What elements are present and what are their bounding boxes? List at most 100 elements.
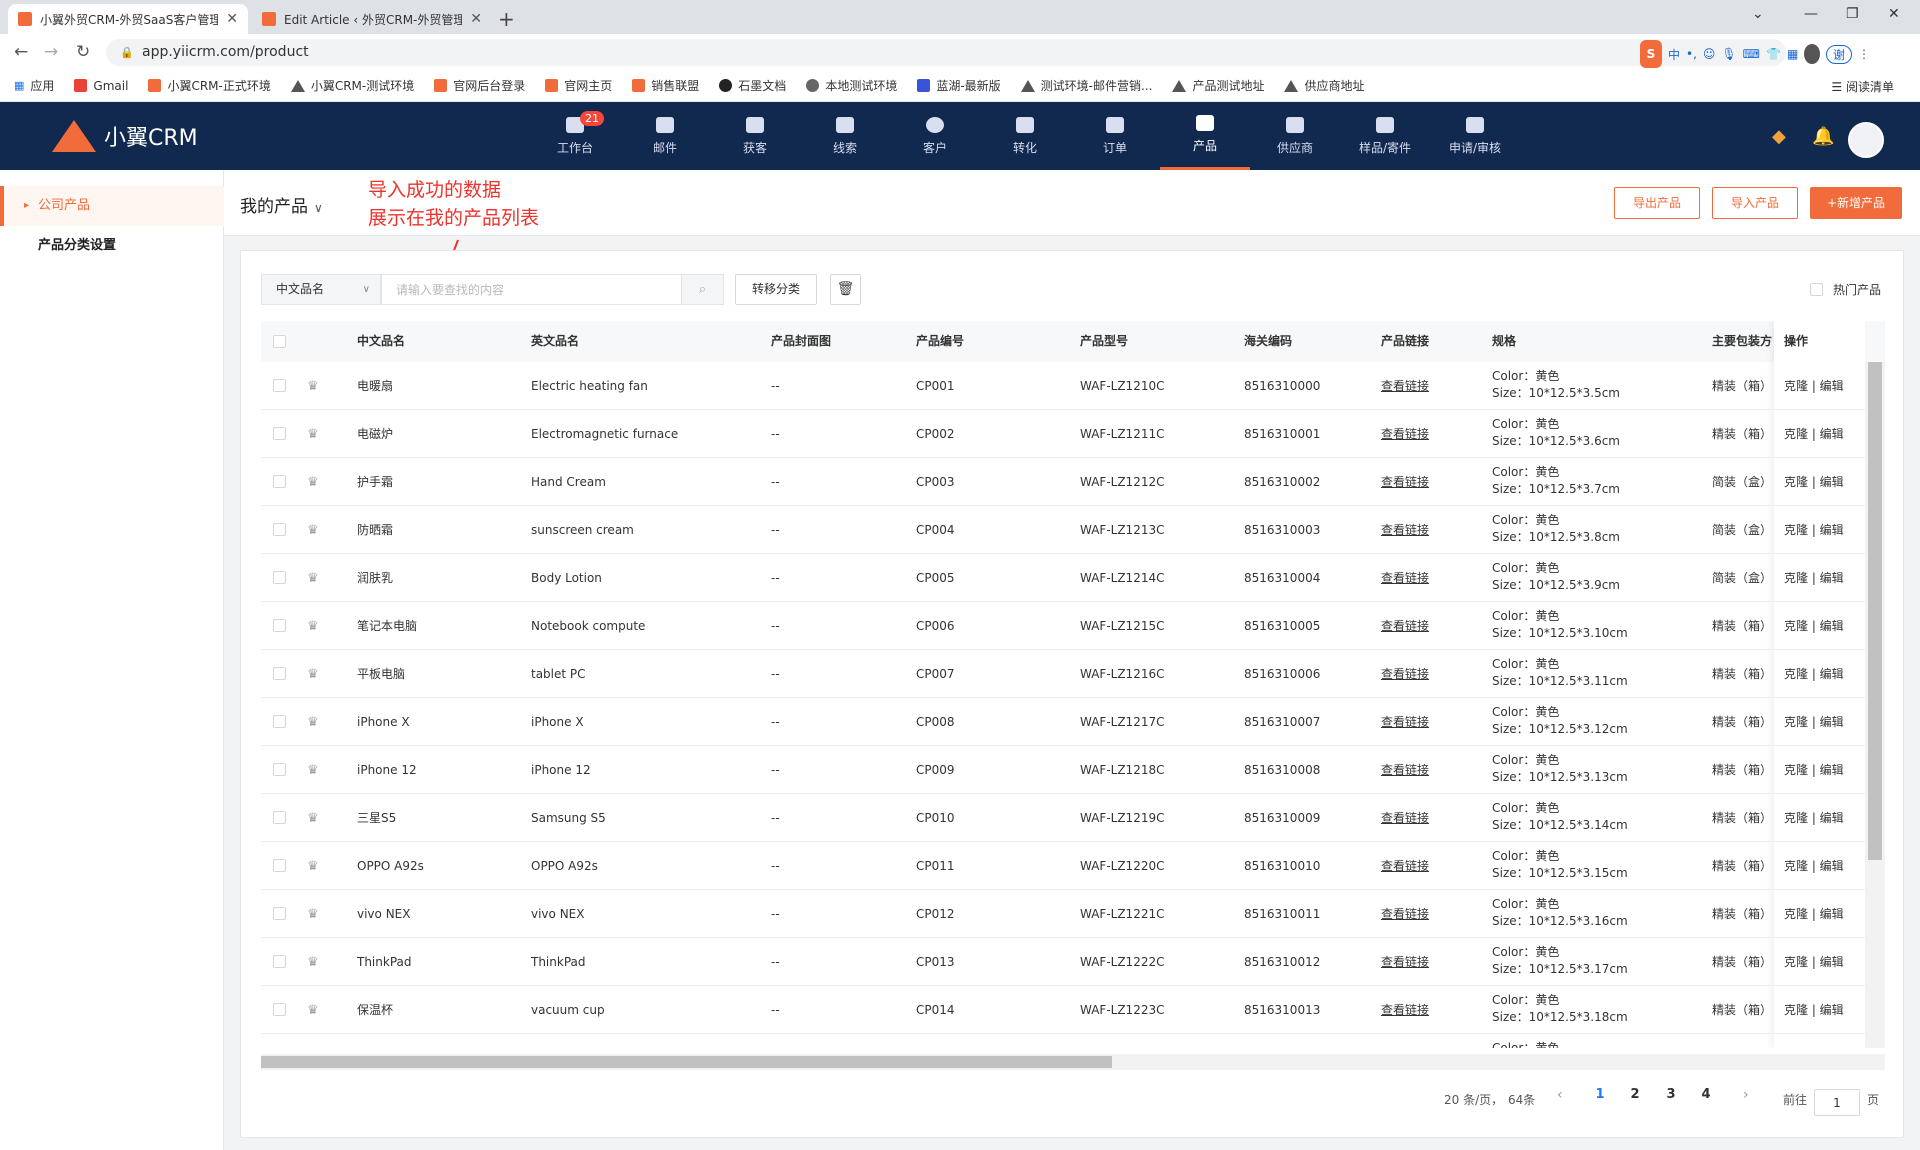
nav-samples[interactable]: 样品/寄件 [1340, 102, 1430, 170]
view-link[interactable]: 查看链接 [1381, 746, 1429, 794]
page-number[interactable]: 2 [1625, 1087, 1645, 1102]
crown-icon[interactable]: ♛ [307, 907, 319, 922]
export-products-button[interactable]: 导出产品 [1614, 187, 1700, 219]
table-row[interactable]: ♛ 润肤乳 Body Lotion -- CP005 WAF-LZ1214C 8516310… [261, 554, 1885, 602]
page-number[interactable]: 4 [1696, 1087, 1716, 1102]
vertical-scroll-thumb[interactable] [1868, 362, 1882, 860]
emoji-icon[interactable]: ☺ [1703, 47, 1716, 61]
url-field[interactable]: 🔒 app.yiicrm.com/product [106, 39, 1786, 66]
crown-icon[interactable]: ♛ [307, 475, 319, 490]
reading-list[interactable]: ☰ 阅读清单 [1831, 78, 1894, 95]
sidebar-item-company-products[interactable]: 公司产品 [0, 186, 224, 226]
row-actions[interactable]: 克隆 | 编辑 [1784, 554, 1844, 602]
app-logo[interactable]: 小翼CRM [52, 120, 198, 152]
bookmark-item[interactable]: 官网后台登录 [434, 77, 525, 94]
table-row[interactable]: ♛ 三星S5 Samsung S5 -- CP010 WAF-LZ1219C 8516310… [261, 794, 1885, 842]
row-actions[interactable]: 克隆 | 编辑 [1784, 602, 1844, 650]
row-checkbox[interactable] [273, 907, 286, 920]
prev-page-icon[interactable]: ‹ [1557, 1087, 1563, 1103]
row-actions[interactable]: 克隆 | 编辑 [1784, 698, 1844, 746]
view-link[interactable]: 查看链接 [1381, 602, 1429, 650]
nav-mail[interactable]: 邮件 [620, 102, 710, 170]
table-row[interactable]: ♛ 电磁炉 Electromagnetic furnace -- CP002 WAF-LZ… [261, 410, 1885, 458]
forward-icon[interactable]: → [44, 42, 58, 62]
crown-icon[interactable]: ♛ [307, 427, 319, 442]
bell-icon[interactable]: 🔔 [1812, 126, 1834, 147]
ime-lang[interactable]: 中 [1668, 46, 1680, 63]
window-close-icon[interactable]: ✕ [1888, 6, 1900, 22]
table-row[interactable]: ♛ iPhone X iPhone X -- CP008 WAF-LZ1217C 85163… [261, 698, 1885, 746]
nav-leads[interactable]: 线索 [800, 102, 890, 170]
row-checkbox[interactable] [273, 571, 286, 584]
crown-icon[interactable]: ♛ [307, 379, 319, 394]
view-link[interactable]: 查看链接 [1381, 698, 1429, 746]
view-link[interactable]: 查看链接 [1381, 938, 1429, 986]
column-header[interactable]: 产品编号 [916, 321, 964, 362]
select-all-checkbox[interactable] [273, 335, 286, 348]
mic-icon[interactable]: 🎙 [1721, 47, 1736, 61]
row-checkbox[interactable] [273, 1003, 286, 1016]
minimize-icon[interactable]: — [1804, 6, 1818, 22]
horizontal-scrollbar[interactable] [261, 1054, 1885, 1070]
ime-user-badge[interactable]: 谢 [1825, 44, 1852, 64]
user-avatar[interactable] [1848, 122, 1884, 158]
row-actions[interactable]: 克隆 | 编辑 [1784, 794, 1844, 842]
table-row[interactable]: ♛ 电暖扇 Electric heating fan -- CP001 WAF-LZ121… [261, 362, 1885, 410]
hot-products-checkbox[interactable] [1809, 283, 1823, 296]
view-link[interactable]: 查看链接 [1381, 986, 1429, 1034]
skin-icon[interactable]: 👕 [1766, 47, 1781, 61]
page-size-label[interactable]: 20 条/页， [1444, 1091, 1503, 1108]
sogou-logo-icon[interactable]: S [1640, 40, 1662, 68]
view-link[interactable]: 查看链接 [1381, 794, 1429, 842]
column-header[interactable]: 英文品名 [531, 321, 579, 362]
maximize-icon[interactable]: ❐ [1846, 6, 1859, 22]
move-category-button[interactable]: 转移分类 [735, 274, 817, 305]
view-link[interactable]: 查看链接 [1381, 842, 1429, 890]
bookmark-item[interactable]: 供应商地址 [1284, 77, 1364, 94]
view-link[interactable]: 查看链接 [1381, 650, 1429, 698]
vip-diamond-icon[interactable]: ◆ [1772, 126, 1786, 147]
view-link[interactable]: 查看链接 [1381, 890, 1429, 938]
crown-icon[interactable]: ♛ [307, 955, 319, 970]
row-actions[interactable]: 克隆 | 编辑 [1784, 890, 1844, 938]
table-row[interactable]: ♛ OPPO A92s OPPO A92s -- CP011 WAF-LZ1220C 851… [261, 842, 1885, 890]
crown-icon[interactable]: ♛ [307, 1003, 319, 1018]
more-menu-icon[interactable]: ⋮ [1858, 47, 1870, 61]
row-actions[interactable]: 克隆 | 编辑 [1784, 362, 1844, 410]
table-row[interactable]: ♛ 护手霜 Hand Cream -- CP003 WAF-LZ1212C 85163100… [261, 458, 1885, 506]
nav-orders[interactable]: 订单 [1070, 102, 1160, 170]
row-actions[interactable]: 克隆 | 编辑 [1784, 458, 1844, 506]
table-row[interactable]: ♛ vivo NEX vivo NEX -- CP012 WAF-LZ1221C 85163… [261, 890, 1885, 938]
row-actions[interactable]: 克隆 | 编辑 [1784, 746, 1844, 794]
tab-search-icon[interactable]: ⌄ [1752, 6, 1764, 22]
table-row[interactable]: Color：黄色 [261, 1034, 1885, 1048]
sidebar-item-category-settings[interactable]: 产品分类设置 [0, 226, 224, 266]
table-row[interactable]: ♛ iPhone 12 iPhone 12 -- CP009 WAF-LZ1218C 851… [261, 746, 1885, 794]
column-header[interactable]: 海关编码 [1244, 321, 1292, 362]
row-checkbox[interactable] [273, 811, 286, 824]
bookmark-item[interactable]: 销售联盟 [632, 77, 699, 94]
crown-icon[interactable]: ♛ [307, 619, 319, 634]
goto-page-input[interactable] [1814, 1089, 1860, 1116]
delete-button[interactable]: 🗑 [830, 274, 861, 305]
view-link[interactable]: 查看链接 [1381, 410, 1429, 458]
column-header[interactable]: 产品型号 [1080, 321, 1128, 362]
row-actions[interactable]: 克隆 | 编辑 [1784, 506, 1844, 554]
view-link[interactable]: 查看链接 [1381, 458, 1429, 506]
toolbox-icon[interactable]: ▦ [1787, 47, 1798, 61]
column-header[interactable]: 中文品名 [357, 321, 405, 362]
row-actions[interactable]: 克隆 | 编辑 [1784, 938, 1844, 986]
nav-products[interactable]: 产品 [1160, 102, 1250, 170]
bookmark-item[interactable]: 蓝湖-最新版 [917, 77, 1001, 94]
bookmark-item[interactable]: 测试环境-邮件营销... [1020, 77, 1152, 94]
page-number[interactable]: 1 [1590, 1087, 1610, 1102]
row-checkbox[interactable] [273, 763, 286, 776]
bookmark-gmail[interactable]: Gmail [74, 79, 128, 93]
profile-avatar-icon[interactable] [1804, 44, 1820, 64]
close-icon[interactable]: ✕ [226, 11, 238, 27]
crown-icon[interactable]: ♛ [307, 763, 319, 778]
row-checkbox[interactable] [273, 475, 286, 488]
close-icon[interactable]: ✕ [470, 11, 482, 27]
bookmark-item[interactable]: 产品测试地址 [1172, 77, 1264, 94]
crown-icon[interactable]: ♛ [307, 571, 319, 586]
